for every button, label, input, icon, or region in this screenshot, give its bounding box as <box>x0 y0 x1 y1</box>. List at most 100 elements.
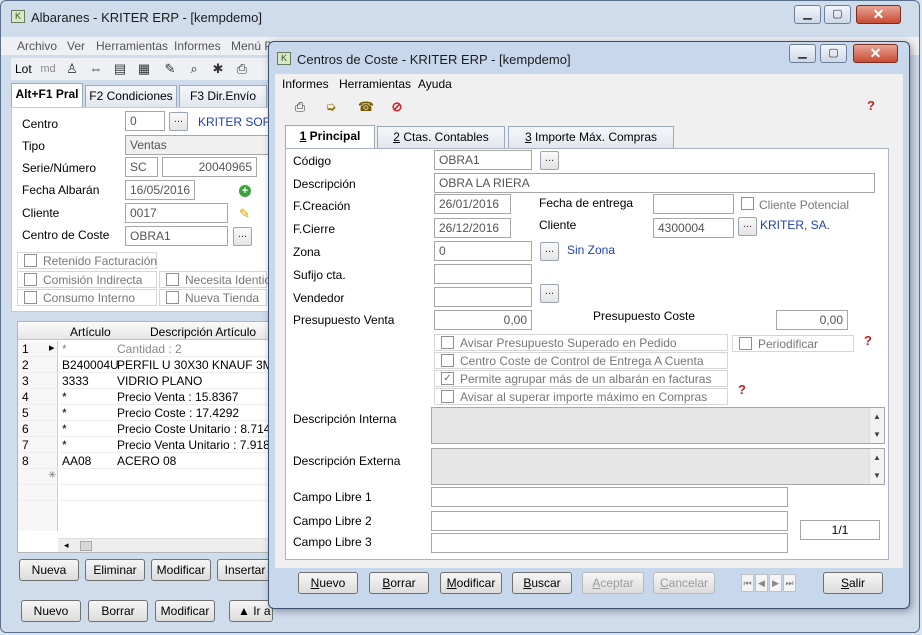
scrollbar[interactable]: ▲ ▼ <box>869 408 884 443</box>
scroll-down-icon[interactable]: ▼ <box>870 471 884 480</box>
codigo-lookup-button[interactable]: ... <box>540 151 559 170</box>
vendedor-lookup-button[interactable]: ... <box>540 284 559 303</box>
tools-icon[interactable]: ✎ <box>161 60 179 78</box>
borrar-button[interactable]: Borrar <box>88 600 148 622</box>
checkbox[interactable] <box>24 273 37 286</box>
consumo-interno-check[interactable]: Consumo Interno <box>17 289 157 306</box>
buscar-button[interactable]: Buscar <box>512 572 572 594</box>
checkbox[interactable] <box>441 336 454 349</box>
grid-header-articulo[interactable]: Artículo <box>70 325 111 339</box>
menu-informes[interactable]: Informes <box>174 39 221 53</box>
checkbox[interactable] <box>441 390 454 403</box>
periodificar-check[interactable]: Periodificar <box>732 335 854 352</box>
close-button[interactable]: ✕ <box>856 5 901 24</box>
grid-hscroll[interactable]: ◂ <box>58 538 272 552</box>
sufijo-field[interactable] <box>434 264 532 284</box>
ir-a-button[interactable]: ▲ Ir a <box>229 600 273 622</box>
last-record-icon[interactable]: ⏭ <box>783 574 796 592</box>
fentrega-field[interactable] <box>653 194 734 214</box>
preview-icon[interactable]: ⌕ <box>185 60 203 78</box>
print-icon[interactable]: ⎙ <box>291 98 309 116</box>
centro-lookup-button[interactable]: ... <box>169 112 188 131</box>
centro-coste-field[interactable]: OBRA1 <box>125 226 228 246</box>
help-icon[interactable]: ? <box>867 98 875 113</box>
cliente-lookup-button[interactable]: ... <box>738 217 757 236</box>
table-row[interactable] <box>18 485 278 501</box>
aceptar-button[interactable]: Aceptar <box>582 572 644 594</box>
campo1-field[interactable] <box>431 487 788 507</box>
grid-icon[interactable]: ▦ <box>135 60 153 78</box>
table-row[interactable]: 2 B240004U PERFIL U 30X30 KNAUF 3ML <box>18 357 279 373</box>
table-row[interactable]: 7 * Precio Venta Unitario : 7.9184 <box>18 437 278 453</box>
tab-condiciones[interactable]: F2 Condiciones <box>85 85 177 107</box>
insertar-line-button[interactable]: Insertar <box>217 559 273 581</box>
option-check[interactable]: Centro Coste de Control de Entrega A Cue… <box>434 352 728 369</box>
tab-ctas-contables[interactable]: 2 Ctas. Contables <box>377 126 505 148</box>
checkbox[interactable] <box>24 291 37 304</box>
person-icon[interactable]: ♙ <box>63 60 81 78</box>
menu-archivo[interactable]: Archivo <box>17 39 57 53</box>
desc-externa-textarea[interactable]: ▲ ▼ <box>431 448 885 485</box>
table-row[interactable]: 4 * Precio Venta : 15.8367 <box>18 389 278 405</box>
maximize-button[interactable]: ▢ <box>820 44 847 63</box>
modificar-button[interactable]: Modificar <box>440 572 502 594</box>
table-row[interactable]: 8 AA08 ACERO 08 <box>18 453 278 469</box>
modificar-button[interactable]: Modificar <box>155 600 215 622</box>
scroll-thumb[interactable] <box>80 541 92 551</box>
retenido-facturacion-check[interactable]: Retenido Facturación <box>17 252 157 269</box>
pres-venta-field[interactable]: 0,00 <box>434 310 532 330</box>
checkbox[interactable] <box>166 291 179 304</box>
next-record-icon[interactable]: ▶ <box>769 574 782 592</box>
scroll-up-icon[interactable]: ▲ <box>870 453 884 462</box>
menu-menu-p[interactable]: Menú P <box>231 39 272 53</box>
grid-header-descripcion[interactable]: Descripción Artículo <box>150 325 256 339</box>
menu-herramientas[interactable]: Herramientas <box>96 39 168 53</box>
checkbox[interactable] <box>441 354 454 367</box>
tab-principal[interactable]: Alt+F1 Pral <box>11 83 83 107</box>
menu-ayuda[interactable]: Ayuda <box>418 77 452 91</box>
serie-field[interactable]: SC <box>125 157 158 177</box>
minimize-button[interactable]: ▁ <box>794 5 821 24</box>
descripcion-field[interactable]: OBRA LA RIERA <box>434 173 875 193</box>
md-icon[interactable]: md <box>39 60 57 78</box>
scroll-down-icon[interactable]: ▼ <box>870 430 884 439</box>
nuevo-button[interactable]: Nuevo <box>21 600 81 622</box>
checkbox[interactable] <box>739 337 752 350</box>
numero-field[interactable]: 20040965 <box>162 157 257 177</box>
tab-principal[interactable]: 1 Principal <box>285 125 375 149</box>
cliente-field[interactable]: 0017 <box>125 203 228 223</box>
table-row[interactable]: 3 3333 VIDRIO PLANO <box>18 373 278 389</box>
export-icon[interactable]: ➭ <box>322 98 340 116</box>
necesita-identic-check[interactable]: Necesita Identic <box>159 271 270 288</box>
scroll-left-icon[interactable]: ◂ <box>64 540 69 551</box>
scroll-up-icon[interactable]: ▲ <box>870 412 884 421</box>
nueva-tienda-check[interactable]: Nueva Tienda <box>159 289 267 306</box>
menu-ver[interactable]: Ver <box>67 39 85 53</box>
minimize-button[interactable]: ▁ <box>789 44 816 63</box>
option-check[interactable]: Avisar Presupuesto Superado en Pedido <box>434 334 728 351</box>
cancel-icon[interactable]: ⊘ <box>388 98 406 116</box>
cliente-field[interactable]: 4300004 <box>653 218 734 238</box>
desc-interna-textarea[interactable]: ▲ ▼ <box>431 407 885 444</box>
menu-informes[interactable]: Informes <box>282 77 329 91</box>
prev-record-icon[interactable]: ◀ <box>755 574 768 592</box>
checkbox[interactable] <box>24 254 37 267</box>
salir-button[interactable]: Salir <box>823 572 883 594</box>
pres-coste-field[interactable]: 0,00 <box>776 310 848 330</box>
close-button[interactable]: ✕ <box>853 44 898 63</box>
eliminar-line-button[interactable]: Eliminar <box>85 559 145 581</box>
fcreacion-field[interactable]: 26/01/2016 <box>434 194 511 214</box>
option-check[interactable]: ✓ Permite agrupar más de un albarán en fa… <box>434 370 728 387</box>
codigo-field[interactable]: OBRA1 <box>434 150 532 170</box>
maximize-button[interactable]: ▢ <box>824 5 851 24</box>
centro-coste-lookup-button[interactable]: ... <box>233 227 252 246</box>
zona-lookup-button[interactable]: ... <box>540 242 559 261</box>
first-record-icon[interactable]: ⏮ <box>741 574 754 592</box>
phone-icon[interactable]: ☎ <box>357 98 375 116</box>
tab-dir-envio[interactable]: F3 Dir.Envío <box>179 85 267 107</box>
nuevo-button[interactable]: Nuevo <box>298 572 358 594</box>
table-row[interactable]: 1 * Cantidad : 2 ▸ <box>18 341 278 357</box>
comision-indirecta-check[interactable]: Comisión Indirecta <box>17 271 157 288</box>
modificar-line-button[interactable]: Modificar <box>151 559 211 581</box>
pencil-icon[interactable]: ✎ <box>239 206 250 222</box>
